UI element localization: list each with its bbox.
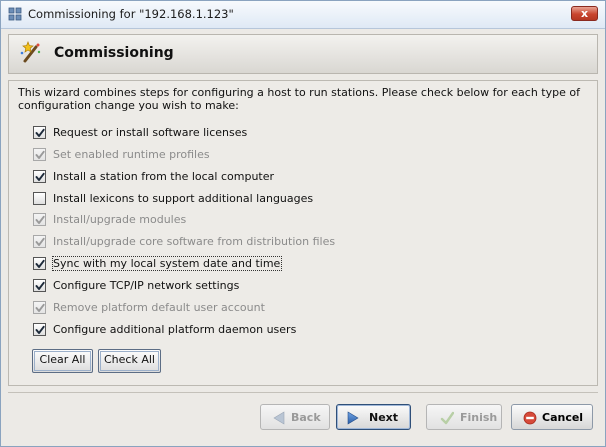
- next-label: Next: [369, 411, 399, 424]
- clear-all-label: Clear All: [39, 353, 86, 366]
- network-app-icon: [8, 7, 22, 21]
- option-label: Sync with my local system date and time: [51, 256, 283, 271]
- magic-wand-icon: [20, 41, 41, 63]
- option-label: Remove platform default user account: [53, 301, 265, 314]
- option-label: Install/upgrade core software from distr…: [53, 235, 336, 248]
- clear-all-button[interactable]: Clear All: [32, 349, 93, 373]
- finish-label: Finish: [460, 411, 498, 424]
- checkmark-icon: [35, 281, 45, 290]
- checkmark-icon: [35, 128, 45, 137]
- close-button[interactable]: x: [571, 6, 598, 21]
- wizard-header: Commissioning: [8, 34, 598, 74]
- option-checkbox[interactable]: [33, 170, 46, 183]
- close-icon: x: [580, 7, 589, 20]
- checkmark-icon: [35, 259, 45, 268]
- checkmark-icon: [35, 237, 45, 246]
- option-label: Configure additional platform daemon use…: [53, 323, 297, 336]
- check-all-label: Check All: [104, 353, 155, 366]
- finish-button[interactable]: Finish: [426, 404, 502, 430]
- option-checkbox[interactable]: [33, 257, 46, 270]
- option-checkbox: [33, 235, 46, 248]
- option-label: Configure TCP/IP network settings: [53, 279, 240, 292]
- cancel-label: Cancel: [542, 411, 584, 424]
- cancel-button[interactable]: Cancel: [511, 404, 593, 430]
- option-label: Install lexicons to support additional l…: [53, 192, 314, 205]
- back-arrow-icon: [273, 411, 285, 425]
- cancel-icon: [523, 411, 537, 425]
- back-label: Back: [291, 411, 321, 424]
- back-button[interactable]: Back: [260, 404, 330, 430]
- checkmark-icon: [35, 303, 45, 312]
- option-label: Install/upgrade modules: [53, 213, 187, 226]
- option-checkbox: [33, 213, 46, 226]
- title-bar[interactable]: Commissioning for "192.168.1.123" x: [1, 1, 605, 29]
- next-button[interactable]: Next: [336, 404, 411, 430]
- option-label: Request or install software licenses: [53, 126, 248, 139]
- option-checkbox[interactable]: [33, 279, 46, 292]
- commissioning-window: Commissioning for "192.168.1.123" x Comm…: [0, 0, 606, 447]
- option-checkbox: [33, 148, 46, 161]
- option-checkbox: [33, 301, 46, 314]
- option-label: Set enabled runtime profiles: [53, 148, 210, 161]
- option-label: Install a station from the local compute…: [53, 170, 275, 183]
- checkmark-icon: [35, 325, 45, 334]
- checkmark-icon: [35, 150, 45, 159]
- options-panel: This wizard combines steps for configuri…: [8, 80, 598, 386]
- wizard-description: This wizard combines steps for configuri…: [18, 86, 580, 112]
- option-checkbox[interactable]: [33, 323, 46, 336]
- window-title: Commissioning for "192.168.1.123": [28, 7, 234, 21]
- checkmark-icon: [35, 215, 45, 224]
- finish-check-icon: [440, 411, 454, 425]
- wizard-title: Commissioning: [54, 45, 174, 61]
- footer-divider: [8, 392, 598, 393]
- next-arrow-icon: [347, 411, 359, 425]
- option-checkbox[interactable]: [33, 192, 46, 205]
- option-checkbox[interactable]: [33, 126, 46, 139]
- checkmark-icon: [35, 172, 45, 181]
- check-all-button[interactable]: Check All: [98, 349, 161, 373]
